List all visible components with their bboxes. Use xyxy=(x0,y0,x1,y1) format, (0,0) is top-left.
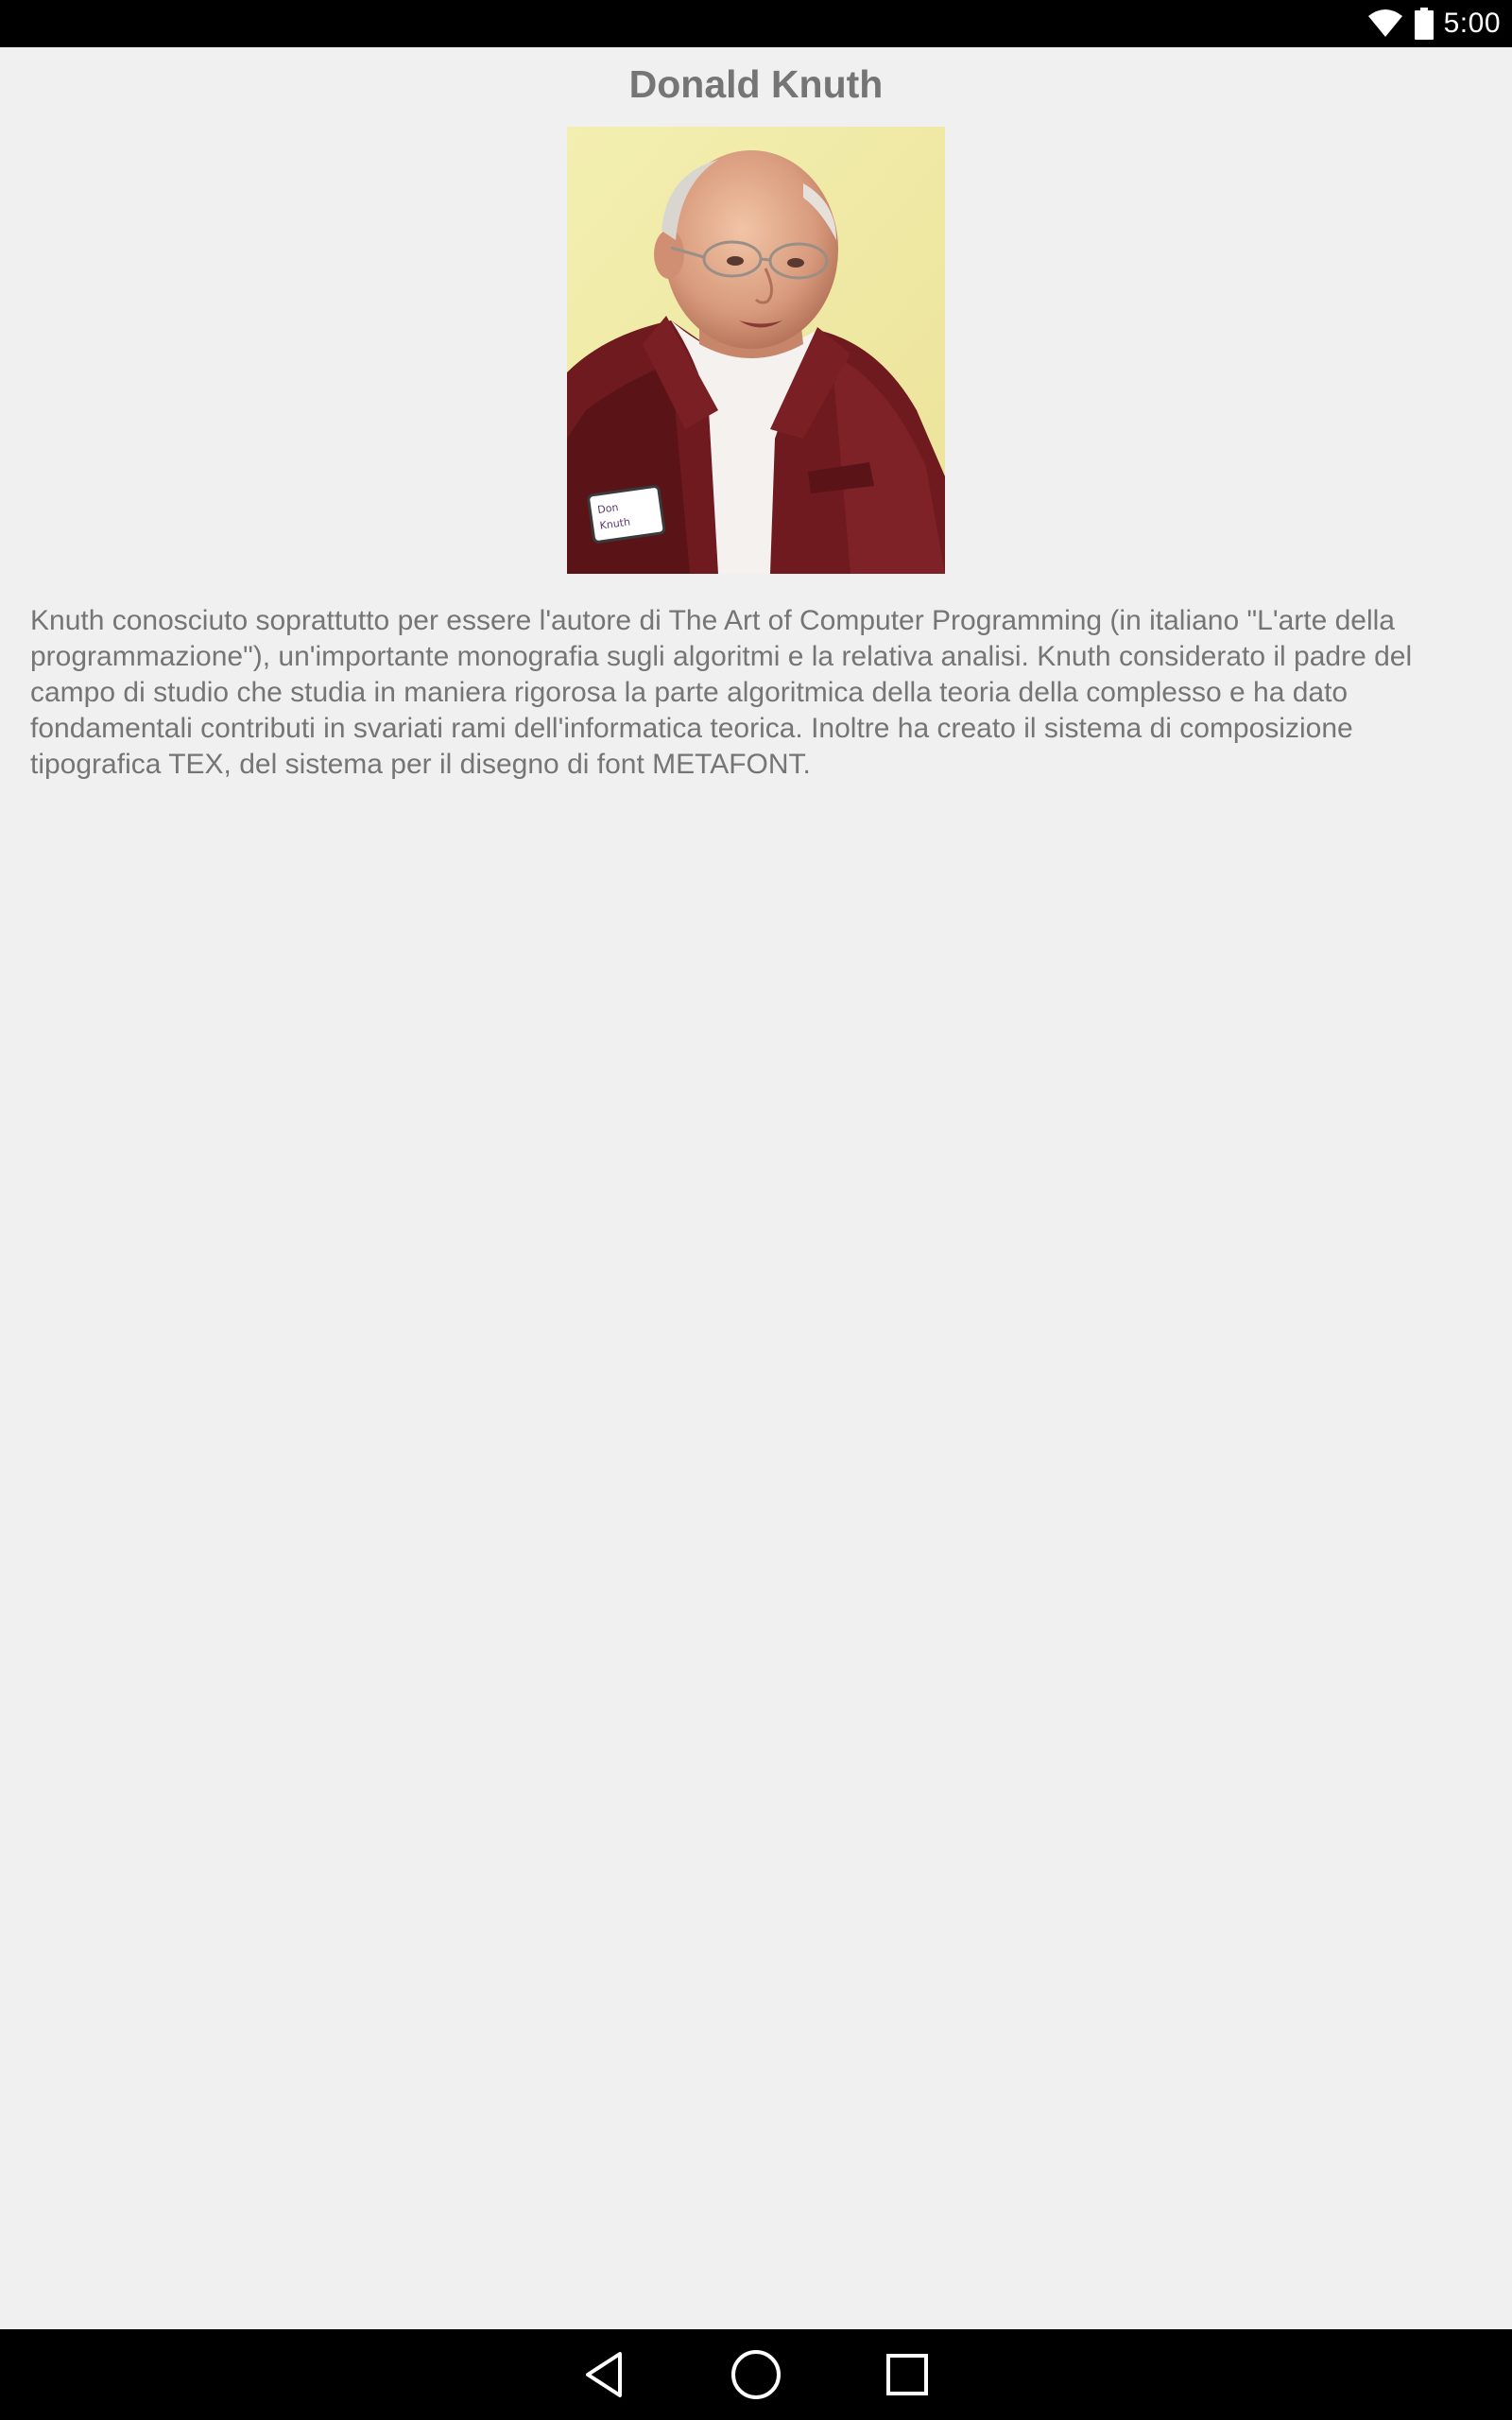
back-button[interactable] xyxy=(559,2329,650,2420)
article-content: Donald Knuth Don Knuth Knuth conosciuto … xyxy=(0,47,1512,2329)
bio-text: Knuth conosciuto soprattutto per essere … xyxy=(30,605,1413,780)
portrait-image: Don Knuth xyxy=(567,127,945,574)
battery-icon xyxy=(1414,8,1435,40)
status-bar: 5:00 xyxy=(0,0,1512,47)
app-screen: 5:00 Donald Knuth Don Knuth Knuth conosc… xyxy=(0,0,1512,2420)
home-icon xyxy=(731,2350,781,2399)
home-button[interactable] xyxy=(711,2329,801,2420)
recents-icon xyxy=(886,2354,928,2395)
page-title: Donald Knuth xyxy=(628,62,884,106)
navigation-bar xyxy=(0,2329,1512,2420)
wifi-icon xyxy=(1366,9,1404,39)
recents-button[interactable] xyxy=(862,2329,953,2420)
status-clock: 5:00 xyxy=(1443,8,1501,39)
back-icon xyxy=(586,2352,622,2397)
